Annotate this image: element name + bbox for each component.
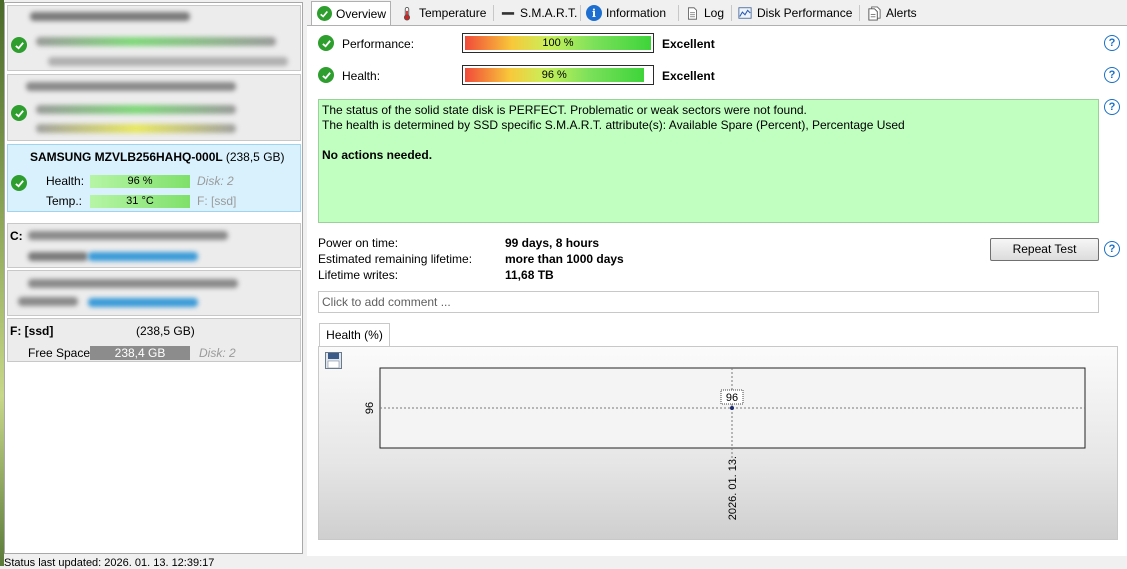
disk-number: Disk: 2 bbox=[199, 346, 236, 360]
health-bar: 96 % bbox=[462, 65, 654, 85]
disk-list-panel[interactable]: SAMSUNG MZVLB256HAHQ-000L (238,5 GB) Hea… bbox=[4, 2, 303, 554]
blurred-info bbox=[48, 57, 288, 66]
x-tick-label: 2026. 01. 13. bbox=[727, 456, 739, 520]
health-rating: Excellent bbox=[662, 69, 715, 83]
info-icon: i bbox=[586, 5, 602, 21]
help-icon[interactable]: ? bbox=[1104, 99, 1120, 115]
thermometer-icon bbox=[399, 5, 415, 21]
power-on-value: 99 days, 8 hours bbox=[505, 236, 600, 250]
help-icon[interactable]: ? bbox=[1104, 67, 1120, 83]
tab-separator bbox=[859, 5, 860, 21]
ok-check-icon bbox=[318, 67, 334, 83]
health-mini-bar: 96 % bbox=[90, 175, 190, 188]
remaining-lifetime-value: more than 1000 days bbox=[505, 252, 624, 266]
chart-icon bbox=[737, 5, 753, 21]
tab-bar: Overview Temperature S.M.A.R.T. i Inform… bbox=[307, 0, 1127, 26]
ok-check-icon bbox=[318, 35, 334, 51]
document-icon bbox=[684, 5, 700, 21]
tab-label: Disk Performance bbox=[757, 6, 853, 20]
lifetime-writes-label: Lifetime writes: bbox=[318, 268, 399, 282]
status-line-1: The status of the solid state disk is PE… bbox=[322, 103, 807, 117]
performance-rating: Excellent bbox=[662, 37, 715, 51]
disk-card-2[interactable] bbox=[7, 74, 301, 141]
health-chart: 96 2026. 01. 13. 96 bbox=[364, 367, 1086, 520]
data-label: 96 bbox=[726, 392, 738, 404]
disk-card-selected[interactable]: SAMSUNG MZVLB256HAHQ-000L (238,5 GB) Hea… bbox=[7, 144, 301, 212]
ok-check-icon bbox=[316, 6, 332, 22]
partition-card-c[interactable]: C: bbox=[7, 223, 301, 268]
tab-separator bbox=[580, 5, 581, 21]
ok-check-icon bbox=[11, 37, 27, 53]
tab-temperature[interactable]: Temperature bbox=[395, 2, 490, 24]
disk-name: SAMSUNG MZVLB256HAHQ-000L bbox=[30, 150, 223, 164]
ok-check-icon bbox=[11, 175, 27, 191]
help-icon[interactable]: ? bbox=[1104, 35, 1120, 51]
tab-smart[interactable]: S.M.A.R.T. bbox=[496, 2, 581, 24]
disk-title: SAMSUNG MZVLB256HAHQ-000L (238,5 GB) bbox=[30, 150, 285, 164]
tab-label: Information bbox=[606, 6, 667, 20]
dash-icon bbox=[500, 5, 516, 21]
power-on-label: Power on time: bbox=[318, 236, 399, 250]
free-space-bar: 238,4 GB bbox=[90, 346, 190, 360]
temp-label: Temp.: bbox=[46, 194, 83, 208]
blurred-free-bar bbox=[88, 298, 198, 307]
disk-card-1[interactable] bbox=[7, 5, 301, 71]
tab-alerts[interactable]: Alerts bbox=[862, 2, 921, 24]
performance-label: Performance: bbox=[342, 37, 415, 51]
temp-mini-bar: 31 °C bbox=[90, 195, 190, 208]
status-action: No actions needed. bbox=[322, 148, 433, 162]
comment-input[interactable]: Click to add comment ... bbox=[318, 291, 1099, 313]
lifetime-writes-value: 11,68 TB bbox=[505, 268, 554, 282]
blurred-free-label bbox=[18, 297, 78, 306]
tab-label: Alerts bbox=[886, 6, 917, 20]
repeat-test-button[interactable]: Repeat Test bbox=[990, 238, 1099, 261]
tab-label: Overview bbox=[336, 6, 387, 21]
tab-health-chart[interactable]: Health (%) bbox=[319, 323, 390, 347]
free-space-label: Free Space bbox=[28, 346, 91, 360]
status-last-updated: Status last updated: 2026. 01. 13. 12:39… bbox=[4, 557, 215, 569]
partition-label: C: bbox=[10, 229, 23, 243]
blurred-free-bar bbox=[88, 252, 198, 261]
blurred-temp-bar bbox=[36, 124, 236, 133]
help-icon[interactable]: ? bbox=[1104, 241, 1120, 257]
health-label: Health: bbox=[46, 174, 85, 188]
tab-overview[interactable]: Overview bbox=[311, 1, 392, 25]
blurred-partition-info bbox=[28, 231, 228, 240]
disk-size: (238,5 GB) bbox=[225, 150, 285, 164]
tab-information[interactable]: i Information bbox=[582, 2, 670, 24]
status-message-box: The status of the solid state disk is PE… bbox=[318, 99, 1099, 223]
blurred-disk-name bbox=[26, 82, 236, 91]
partition-size: (238,5 GB) bbox=[136, 324, 195, 338]
blurred-health-bar bbox=[36, 37, 276, 46]
tab-disk-performance[interactable]: Disk Performance bbox=[733, 2, 856, 24]
tab-label: Log bbox=[704, 6, 725, 20]
remaining-lifetime-label: Estimated remaining lifetime: bbox=[318, 252, 473, 266]
partition-card-2[interactable] bbox=[7, 270, 301, 316]
health-label: Health: bbox=[342, 69, 381, 83]
disk-number: Disk: 2 bbox=[197, 174, 234, 188]
blurred-health-bar bbox=[36, 105, 236, 114]
performance-bar-fill: 100 % bbox=[465, 36, 651, 50]
tab-separator bbox=[731, 5, 732, 21]
blurred-free-label bbox=[28, 252, 88, 261]
status-line-2: The health is determined by SSD specific… bbox=[322, 118, 905, 132]
tab-separator bbox=[493, 5, 494, 21]
blurred-disk-name bbox=[30, 12, 190, 21]
tab-separator bbox=[678, 5, 679, 21]
tab-log[interactable]: Log bbox=[680, 2, 728, 24]
documents-icon bbox=[866, 5, 882, 21]
tab-label: S.M.A.R.T. bbox=[520, 6, 578, 20]
data-point bbox=[730, 406, 734, 410]
health-bar-fill: 96 % bbox=[465, 68, 644, 82]
blurred-partition-info bbox=[28, 279, 238, 288]
partition-label: F: [ssd] bbox=[10, 324, 54, 338]
ok-check-icon bbox=[11, 105, 27, 121]
drive-letter: F: [ssd] bbox=[197, 194, 237, 208]
tab-label: Temperature bbox=[419, 6, 487, 20]
performance-bar: 100 % bbox=[462, 33, 654, 53]
y-tick-label: 96 bbox=[364, 402, 376, 414]
partition-card-f[interactable]: F: [ssd] (238,5 GB) Free Space 238,4 GB … bbox=[7, 318, 301, 362]
